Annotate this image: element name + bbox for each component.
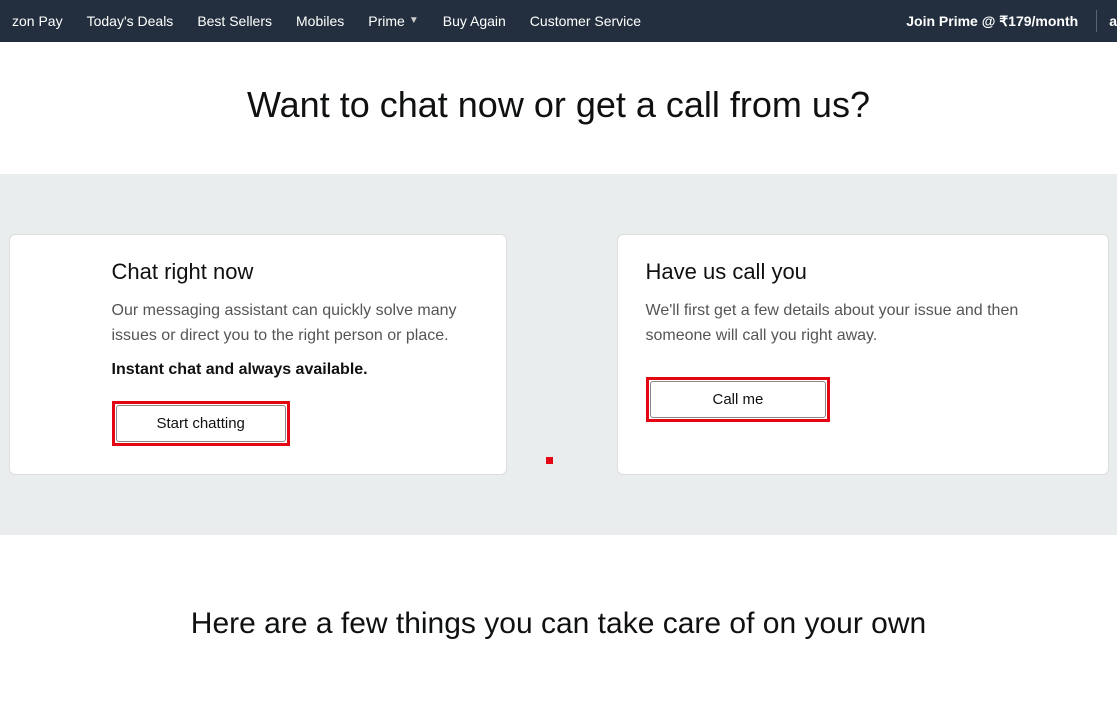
top-nav: zon Pay Today's Deals Best Sellers Mobil… [0,0,1117,42]
brand-fragment: a [1101,13,1117,29]
join-prime-cta[interactable]: Join Prime @ ₹179/month [892,13,1092,30]
chat-card-desc: Our messaging assistant can quickly solv… [112,299,472,349]
start-chatting-button[interactable]: Start chatting [116,405,286,442]
nav-item-prime-label: Prime [368,0,405,42]
nav-item-deals[interactable]: Today's Deals [75,0,186,42]
nav-item-pay[interactable]: zon Pay [0,0,75,42]
options-band: Chat right now Our messaging assistant c… [0,174,1117,535]
nav-item-buyagain[interactable]: Buy Again [431,0,518,42]
red-dot-marker [546,457,553,464]
chevron-down-icon: ▼ [409,0,419,42]
page-title: Want to chat now or get a call from us? [0,84,1117,126]
call-card-desc: We'll first get a few details about your… [646,299,1026,349]
chat-card-title: Chat right now [112,259,476,285]
nav-item-prime[interactable]: Prime ▼ [356,0,430,42]
nav-right: Join Prime @ ₹179/month a [892,10,1117,32]
nav-item-mobiles[interactable]: Mobiles [284,0,356,42]
nav-item-bestsellers[interactable]: Best Sellers [185,0,284,42]
call-me-highlight: Call me [646,377,831,422]
nav-left: zon Pay Today's Deals Best Sellers Mobil… [0,0,653,42]
chat-card: Chat right now Our messaging assistant c… [9,234,507,475]
call-me-button[interactable]: Call me [650,381,827,418]
call-card: Have us call you We'll first get a few d… [617,234,1109,475]
chat-card-strong: Instant chat and always available. [112,361,476,379]
nav-item-customerservice[interactable]: Customer Service [518,0,653,42]
start-chatting-highlight: Start chatting [112,401,290,446]
nav-divider [1096,10,1097,32]
sub-heading: Here are a few things you can take care … [0,607,1117,641]
call-card-title: Have us call you [646,259,1078,285]
